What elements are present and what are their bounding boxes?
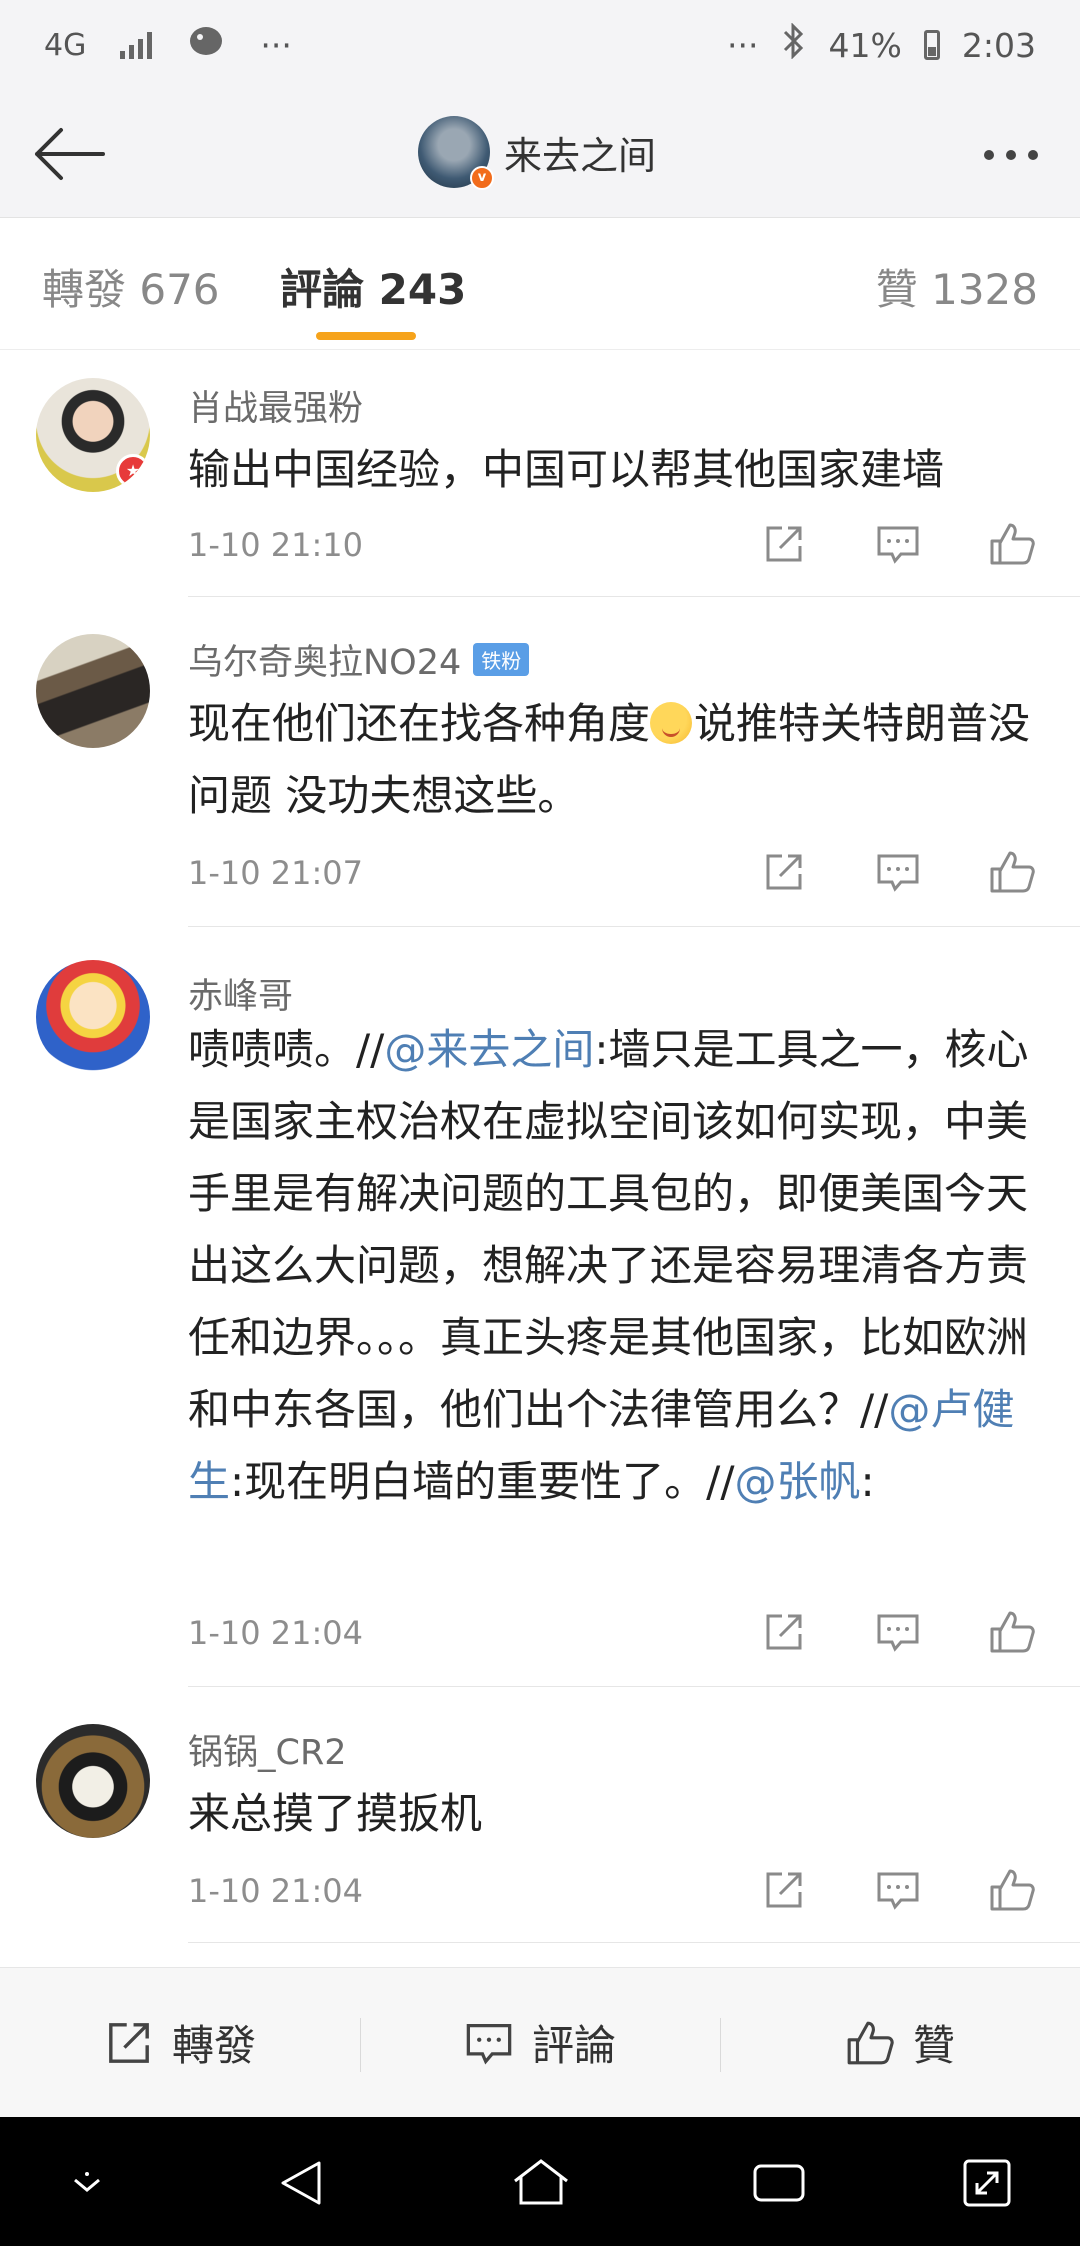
nav-bar: v 来去之间 xyxy=(0,90,1080,218)
comment-text: 啧啧啧。//@来去之间:墙只是工具之一，核心是国家主权治权在虚拟空间该如何实现，… xyxy=(188,1014,1050,1518)
repost-icon[interactable] xyxy=(744,844,824,900)
like-button[interactable]: 贊 xyxy=(720,1968,1080,2117)
like-icon xyxy=(847,2021,894,2064)
comment-username[interactable]: 锅锅_CR2 xyxy=(188,1724,347,1775)
comment-text-part: :现在明白墙的重要性了。// xyxy=(230,1457,735,1506)
battery-percent: 41% xyxy=(828,25,902,65)
comment-icon[interactable] xyxy=(858,844,938,900)
status-right-more: ··· xyxy=(727,25,759,65)
repost-icon[interactable] xyxy=(744,516,824,572)
comment-username[interactable]: 肖战最强粉 xyxy=(188,380,363,431)
comment-item: 乌尔奇奥拉NO24 铁粉 现在他们还在找各种角度 说推特关特朗普没问题 没功夫想这些… xyxy=(0,598,1080,928)
repost-icon[interactable] xyxy=(744,1862,824,1918)
divider xyxy=(188,596,1080,597)
comment-text-part: 啧啧啧。// xyxy=(188,1025,385,1074)
nav-user[interactable]: v 来去之间 xyxy=(418,116,657,190)
comment-username[interactable]: 赤峰哥 xyxy=(188,968,293,1019)
signal-icon xyxy=(120,31,153,59)
status-bar: 4G ··· ··· 41% 2:03 xyxy=(0,0,1080,90)
tab-repost[interactable]: 轉發 676 xyxy=(42,256,220,317)
comment-text-part: 现在他们还在找各种角度 xyxy=(188,699,651,748)
system-nav-bar xyxy=(0,2117,1080,2246)
tab-comments[interactable]: 評論 243 xyxy=(280,256,466,317)
back-nav-button[interactable] xyxy=(266,2153,336,2213)
bluetooth-icon xyxy=(781,22,807,67)
comment-icon xyxy=(466,2023,512,2065)
like-icon[interactable] xyxy=(972,1604,1052,1660)
clock: 2:03 xyxy=(961,25,1036,65)
back-triangle-icon xyxy=(281,2161,321,2205)
repost-icon xyxy=(109,2022,149,2063)
status-left-more: ··· xyxy=(260,25,292,65)
comment-icon[interactable] xyxy=(858,1604,938,1660)
hide-keyboard-button[interactable] xyxy=(52,2153,122,2213)
comment-button[interactable]: 評論 xyxy=(360,1968,720,2117)
repost-label: 轉發 xyxy=(171,2021,256,2070)
mention-link[interactable]: @张帆 xyxy=(734,1457,860,1506)
expand-icon xyxy=(963,2159,1011,2207)
star-badge-icon: ★ xyxy=(116,454,150,488)
comment-icon[interactable] xyxy=(858,1862,938,1918)
tab-active-indicator xyxy=(316,332,416,340)
mention-link[interactable]: @来去之间 xyxy=(384,1025,594,1074)
comment-username-text: 乌尔奇奥拉NO24 xyxy=(188,643,462,683)
like-icon[interactable] xyxy=(972,516,1052,572)
comment-item: ★ 肖战最强粉 输出中国经验，中国可以帮其他国家建墙 1-10 21:10 xyxy=(0,350,1080,598)
comment-text-part: :墙只是工具之一，核心是国家主权治权在虚拟空间该如何实现，中美手里是有解决问题的… xyxy=(188,1025,1029,1434)
comment-text: 来总摸了摸扳机 xyxy=(188,1789,483,1838)
comment-text-part: : xyxy=(860,1457,875,1506)
comment-time: 1-10 21:04 xyxy=(188,1872,364,1910)
comment-item: 锅锅_CR2 来总摸了摸扳机 1-10 21:04 xyxy=(0,1688,1080,1944)
divider xyxy=(188,926,1080,927)
home-nav-button[interactable] xyxy=(506,2153,576,2213)
fan-badge: 铁粉 xyxy=(473,643,530,676)
divider xyxy=(188,1686,1080,1687)
avatar[interactable] xyxy=(36,634,150,748)
comment-icon[interactable] xyxy=(858,516,938,572)
comment-text: 输出中国经验，中国可以帮其他国家建墙 xyxy=(188,445,945,494)
avatar[interactable]: ★ xyxy=(36,378,150,492)
like-icon[interactable] xyxy=(972,1862,1052,1918)
like-label: 贊 xyxy=(912,2021,955,2070)
comment-text: 现在他们还在找各种角度 说推特关特朗普没问题 没功夫想这些。 xyxy=(188,688,1050,832)
divider xyxy=(188,1942,1080,1943)
weibo-comments-screen: 4G ··· ··· 41% 2:03 v 来去之间 轉發 676 評論 243… xyxy=(0,0,1080,2246)
avatar[interactable] xyxy=(36,960,150,1074)
comment-label: 評論 xyxy=(531,2021,616,2070)
home-icon xyxy=(514,2159,568,2205)
back-arrow-icon xyxy=(35,128,105,180)
like-icon[interactable] xyxy=(972,844,1052,900)
nav-avatar: v xyxy=(418,116,494,190)
repost-icon[interactable] xyxy=(744,1604,824,1660)
recent-apps-icon xyxy=(753,2164,805,2202)
back-button[interactable] xyxy=(24,112,114,196)
expand-button[interactable] xyxy=(952,2153,1022,2213)
battery-icon xyxy=(923,30,940,60)
verified-badge: v xyxy=(470,166,494,190)
notification-icon xyxy=(186,23,226,67)
bottom-action-bar: 轉發 評論 贊 xyxy=(0,1967,1080,2117)
chevron-down-icon xyxy=(74,2172,100,2192)
comment-time: 1-10 21:10 xyxy=(188,526,364,564)
nav-title: 来去之间 xyxy=(504,133,657,178)
comment-username[interactable]: 乌尔奇奥拉NO24 铁粉 xyxy=(188,634,530,685)
thinking-emoji-icon xyxy=(650,702,693,744)
comment-time: 1-10 21:07 xyxy=(188,854,364,892)
repost-button[interactable]: 轉發 xyxy=(0,1968,360,2117)
comment-time: 1-10 21:04 xyxy=(188,1614,364,1652)
network-type: 4G xyxy=(44,27,87,63)
avatar[interactable] xyxy=(36,1724,150,1838)
tab-likes[interactable]: 贊 1328 xyxy=(876,256,1038,317)
tabs: 轉發 676 評論 243 贊 1328 xyxy=(0,218,1080,350)
more-options-button[interactable] xyxy=(966,130,1056,180)
recent-apps-button[interactable] xyxy=(744,2153,814,2213)
comment-item: 赤峰哥 啧啧啧。//@来去之间:墙只是工具之一，核心是国家主权治权在虚拟空间该如… xyxy=(0,928,1080,1688)
